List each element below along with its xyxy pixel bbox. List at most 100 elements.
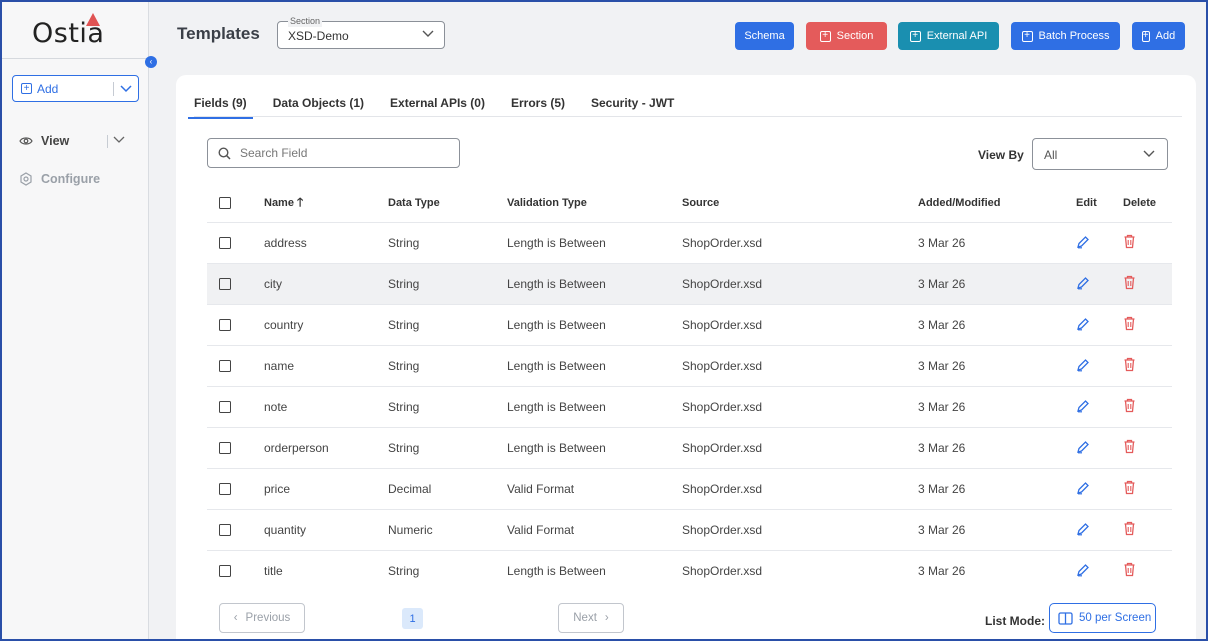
row-checkbox[interactable] [219,483,239,495]
delete-icon[interactable] [1123,480,1136,498]
column-header-validation-type[interactable]: Validation Type [507,197,587,209]
chevron-down-icon[interactable] [114,82,138,96]
schema-button-label: Schema [744,30,785,42]
edit-icon[interactable] [1076,440,1090,457]
cell-source: ShopOrder.xsd [682,441,763,455]
chevron-down-icon[interactable] [113,133,125,147]
tab-security-jwt[interactable]: Security - JWT [591,89,674,119]
sidebar-item-view[interactable]: View [19,134,125,148]
section-select[interactable]: Section XSD-Demo [277,15,445,49]
per-screen-button[interactable]: 50 per Screen [1049,603,1156,633]
edit-icon[interactable] [1076,235,1090,252]
edit-icon[interactable] [1076,481,1090,498]
row-checkbox[interactable] [219,237,239,249]
add-button[interactable]: + Add [1132,22,1185,50]
table-row[interactable]: name String Length is Between ShopOrder.xsd… [207,345,1172,386]
table-row[interactable]: title String Length is Between ShopOrder.xs… [207,550,1172,591]
batch-process-button-label: Batch Process [1038,30,1110,42]
row-checkbox[interactable] [219,319,239,331]
delete-icon[interactable] [1123,439,1136,457]
delete-icon[interactable] [1123,275,1136,293]
book-icon [1058,611,1073,625]
cell-data-type: String [388,236,420,250]
table-row[interactable]: price Decimal Valid Format ShopOrder.xsd 3 M… [207,468,1172,509]
cell-added-modified: 3 Mar 26 [918,277,966,291]
edit-icon[interactable] [1076,358,1090,375]
sort-ascending-icon: 🡑 [296,194,304,209]
table-row[interactable]: note String Length is Between ShopOrder.xsd… [207,386,1172,427]
select-all-checkbox[interactable] [219,197,239,209]
sidebar-item-configure[interactable]: Configure [19,172,100,186]
cell-source: ShopOrder.xsd [682,482,763,496]
edit-icon[interactable] [1076,276,1090,293]
next-page-button[interactable]: Next › [558,603,624,633]
tab-external-apis[interactable]: External APIs (0) [390,89,485,119]
plus-box-icon: + [1021,30,1033,42]
cell-name: city [264,277,282,291]
search-input-placeholder[interactable]: Search Field [240,146,307,160]
delete-icon[interactable] [1123,234,1136,252]
divider [107,135,108,148]
column-header-name[interactable]: Name 🡑 [264,193,303,214]
row-checkbox[interactable] [219,565,239,577]
table-row[interactable]: orderperson String Length is Between ShopOr… [207,427,1172,468]
cell-name: name [264,359,295,373]
delete-icon[interactable] [1123,521,1136,539]
tab-fields[interactable]: Fields (9) [188,89,253,119]
view-by-select[interactable]: All [1032,138,1168,170]
edit-icon[interactable] [1076,399,1090,416]
table-row[interactable]: address String Length is Between ShopOrder.… [207,222,1172,263]
row-checkbox[interactable] [219,360,239,372]
cell-data-type: Decimal [388,482,432,496]
batch-process-button[interactable]: + Batch Process [1011,22,1120,50]
column-header-data-type[interactable]: Data Type [388,197,440,209]
column-header-edit: Edit [1076,197,1097,209]
add-section-button-label: Section [836,30,874,42]
cell-source: ShopOrder.xsd [682,523,763,537]
sidebar-add-split-button[interactable]: + Add [12,75,139,102]
chevron-down-icon [422,27,434,41]
edit-icon[interactable] [1076,522,1090,539]
edit-icon[interactable] [1076,563,1090,580]
table-row[interactable]: quantity Numeric Valid Format ShopOrder.xsd… [207,509,1172,550]
search-field[interactable]: Search Field [207,138,460,168]
eye-icon [19,137,33,145]
cell-added-modified: 3 Mar 26 [918,523,966,537]
row-checkbox[interactable] [219,524,239,536]
cell-data-type: String [388,441,420,455]
cell-name: country [264,318,304,332]
previous-page-button[interactable]: ‹ Previous [219,603,305,633]
cell-added-modified: 3 Mar 26 [918,359,966,373]
column-header-added-modified[interactable]: Added/Modified [918,197,1001,209]
delete-icon[interactable] [1123,357,1136,375]
row-checkbox[interactable] [219,442,239,454]
gear-icon [20,172,32,186]
cell-validation-type: Valid Format [507,523,575,537]
tab-data-objects[interactable]: Data Objects (1) [273,89,364,119]
delete-icon[interactable] [1123,316,1136,334]
table-row[interactable]: country String Length is Between ShopOrder.… [207,304,1172,345]
divider [194,116,1182,117]
page-number-current[interactable]: 1 [402,608,423,629]
cell-name: address [264,236,307,250]
edit-icon[interactable] [1076,317,1090,334]
table-row[interactable]: city String Length is Between ShopOrder.xsd… [207,263,1172,304]
row-checkbox[interactable] [219,278,239,290]
cell-name: note [264,400,288,414]
cell-source: ShopOrder.xsd [682,359,763,373]
main-card: Fields (9) Data Objects (1) External API… [176,75,1196,641]
plus-box-icon: + [1141,30,1150,42]
header: Templates Section XSD-Demo Schema + Sect… [150,2,1206,66]
cell-added-modified: 3 Mar 26 [918,236,966,250]
add-section-button[interactable]: + Section [806,22,887,50]
delete-icon[interactable] [1123,562,1136,580]
collapse-sidebar-button[interactable]: ‹ [145,56,157,68]
sidebar-add-button[interactable]: + Add [13,82,113,96]
cell-validation-type: Length is Between [507,441,606,455]
row-checkbox[interactable] [219,401,239,413]
add-external-api-button[interactable]: + External API [898,22,999,50]
column-header-source[interactable]: Source [682,197,719,209]
delete-icon[interactable] [1123,398,1136,416]
schema-button[interactable]: Schema [735,22,794,50]
tab-errors[interactable]: Errors (5) [511,89,565,119]
